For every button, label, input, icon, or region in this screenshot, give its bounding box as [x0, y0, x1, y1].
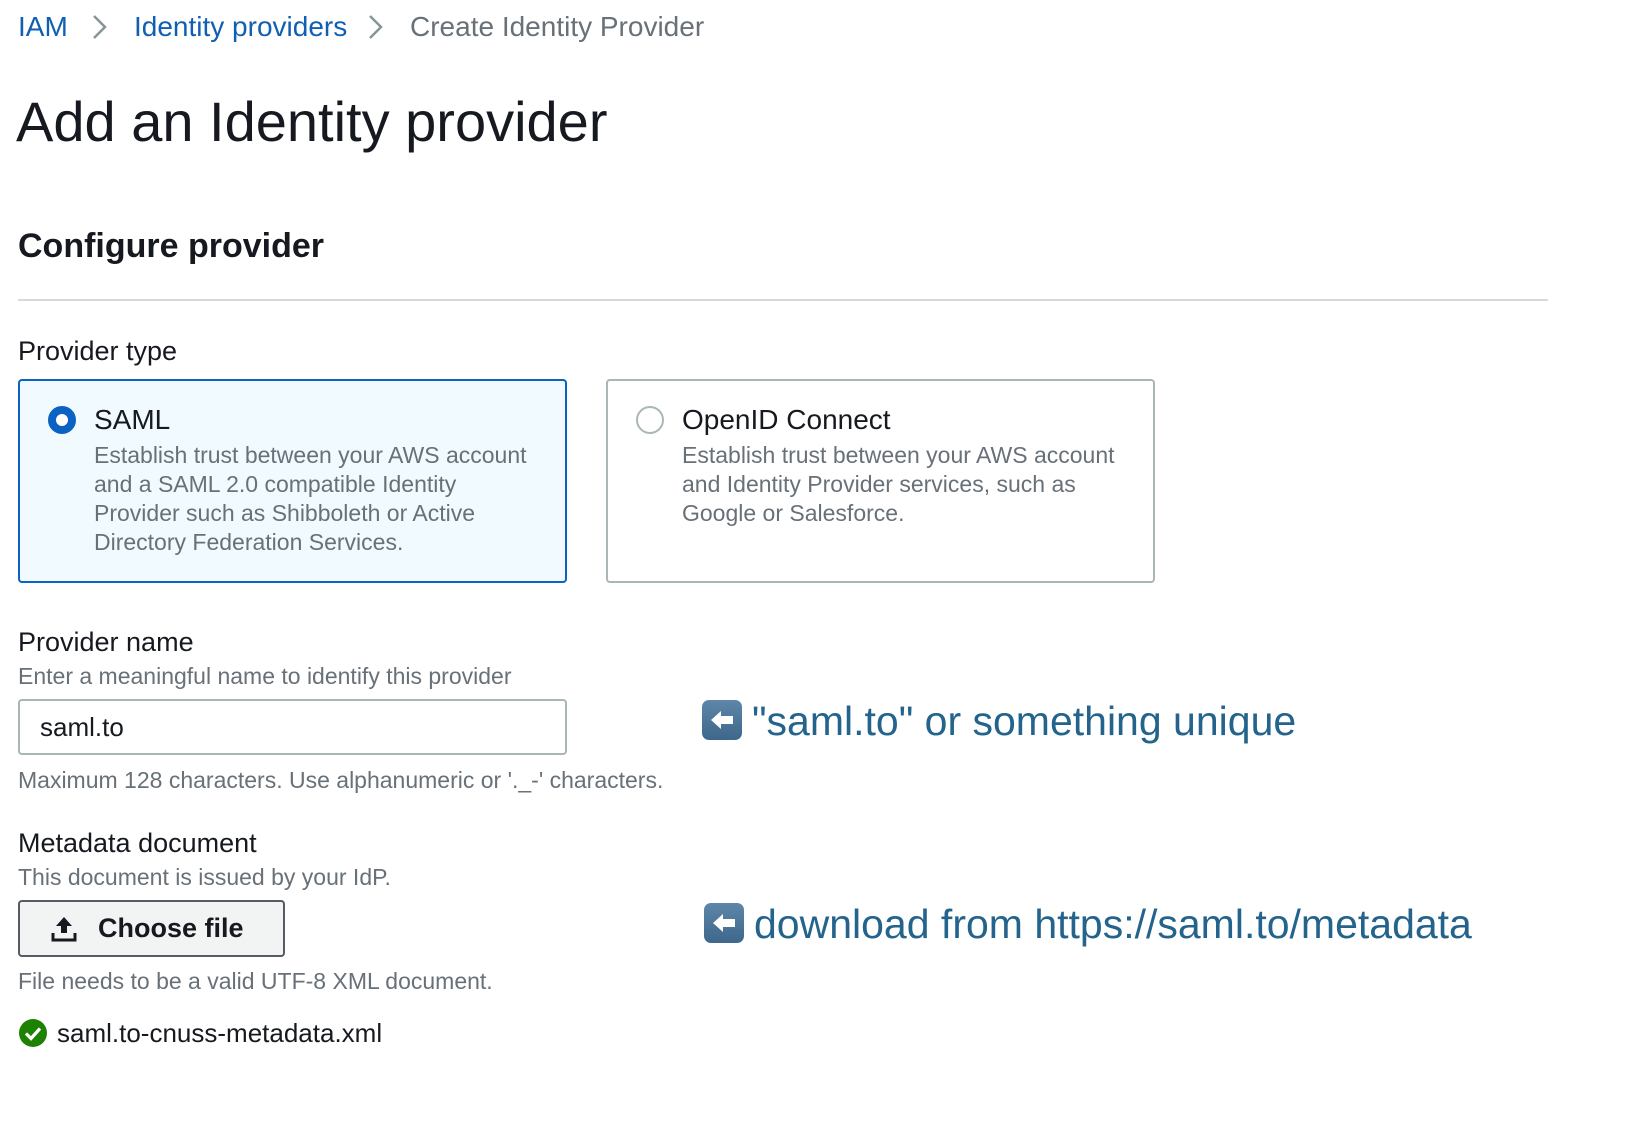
breadcrumb-current: Create Identity Provider — [410, 11, 705, 42]
chevron-right-icon — [93, 15, 107, 39]
metadata-label: Metadata document — [18, 828, 257, 858]
openid-radio[interactable] — [636, 406, 664, 434]
upload-icon — [51, 916, 77, 941]
provider-name-description: Enter a meaningful name to identify this… — [18, 663, 512, 689]
provider-name-constraint: Maximum 128 characters. Use alphanumeric… — [18, 767, 664, 793]
provider-name-input[interactable] — [18, 699, 567, 755]
chevron-right-icon — [369, 15, 383, 39]
provider-type-saml-tile[interactable]: SAML Establish trust between your AWS ac… — [18, 379, 567, 583]
breadcrumb: IAM Identity providers Create Identity P… — [18, 10, 718, 44]
openid-title: OpenID Connect — [682, 404, 891, 435]
metadata-annotation: download from https://saml.to/metadata — [754, 901, 1472, 947]
provider-type-label: Provider type — [18, 336, 178, 366]
breadcrumb-link-iam[interactable]: IAM — [18, 10, 68, 44]
check-circle-icon — [19, 1019, 47, 1047]
metadata-constraint: File needs to be a valid UTF-8 XML docum… — [18, 968, 493, 994]
saml-title: SAML — [94, 404, 171, 435]
left-arrow-icon — [702, 700, 742, 740]
saml-radio[interactable] — [48, 406, 76, 434]
provider-name-annotation: "saml.to" or something unique — [752, 698, 1297, 744]
uploaded-file-name: saml.to-cnuss-metadata.xml — [57, 1018, 383, 1048]
section-divider — [18, 299, 1548, 301]
choose-file-label: Choose file — [98, 913, 244, 943]
provider-type-openid-tile[interactable]: OpenID Connect Establish trust between y… — [606, 379, 1155, 583]
left-arrow-icon — [704, 903, 744, 943]
openid-description: Establish trust between your AWS account… — [682, 442, 1115, 526]
provider-name-label: Provider name — [18, 627, 194, 657]
breadcrumb-link-identity-providers[interactable]: Identity providers — [134, 10, 347, 44]
choose-file-button[interactable]: Choose file — [18, 900, 285, 957]
saml-description: Establish trust between your AWS account… — [94, 442, 527, 555]
metadata-description: This document is issued by your IdP. — [18, 864, 391, 890]
page-title: Add an Identity provider — [16, 90, 608, 153]
section-title: Configure provider — [18, 227, 325, 265]
